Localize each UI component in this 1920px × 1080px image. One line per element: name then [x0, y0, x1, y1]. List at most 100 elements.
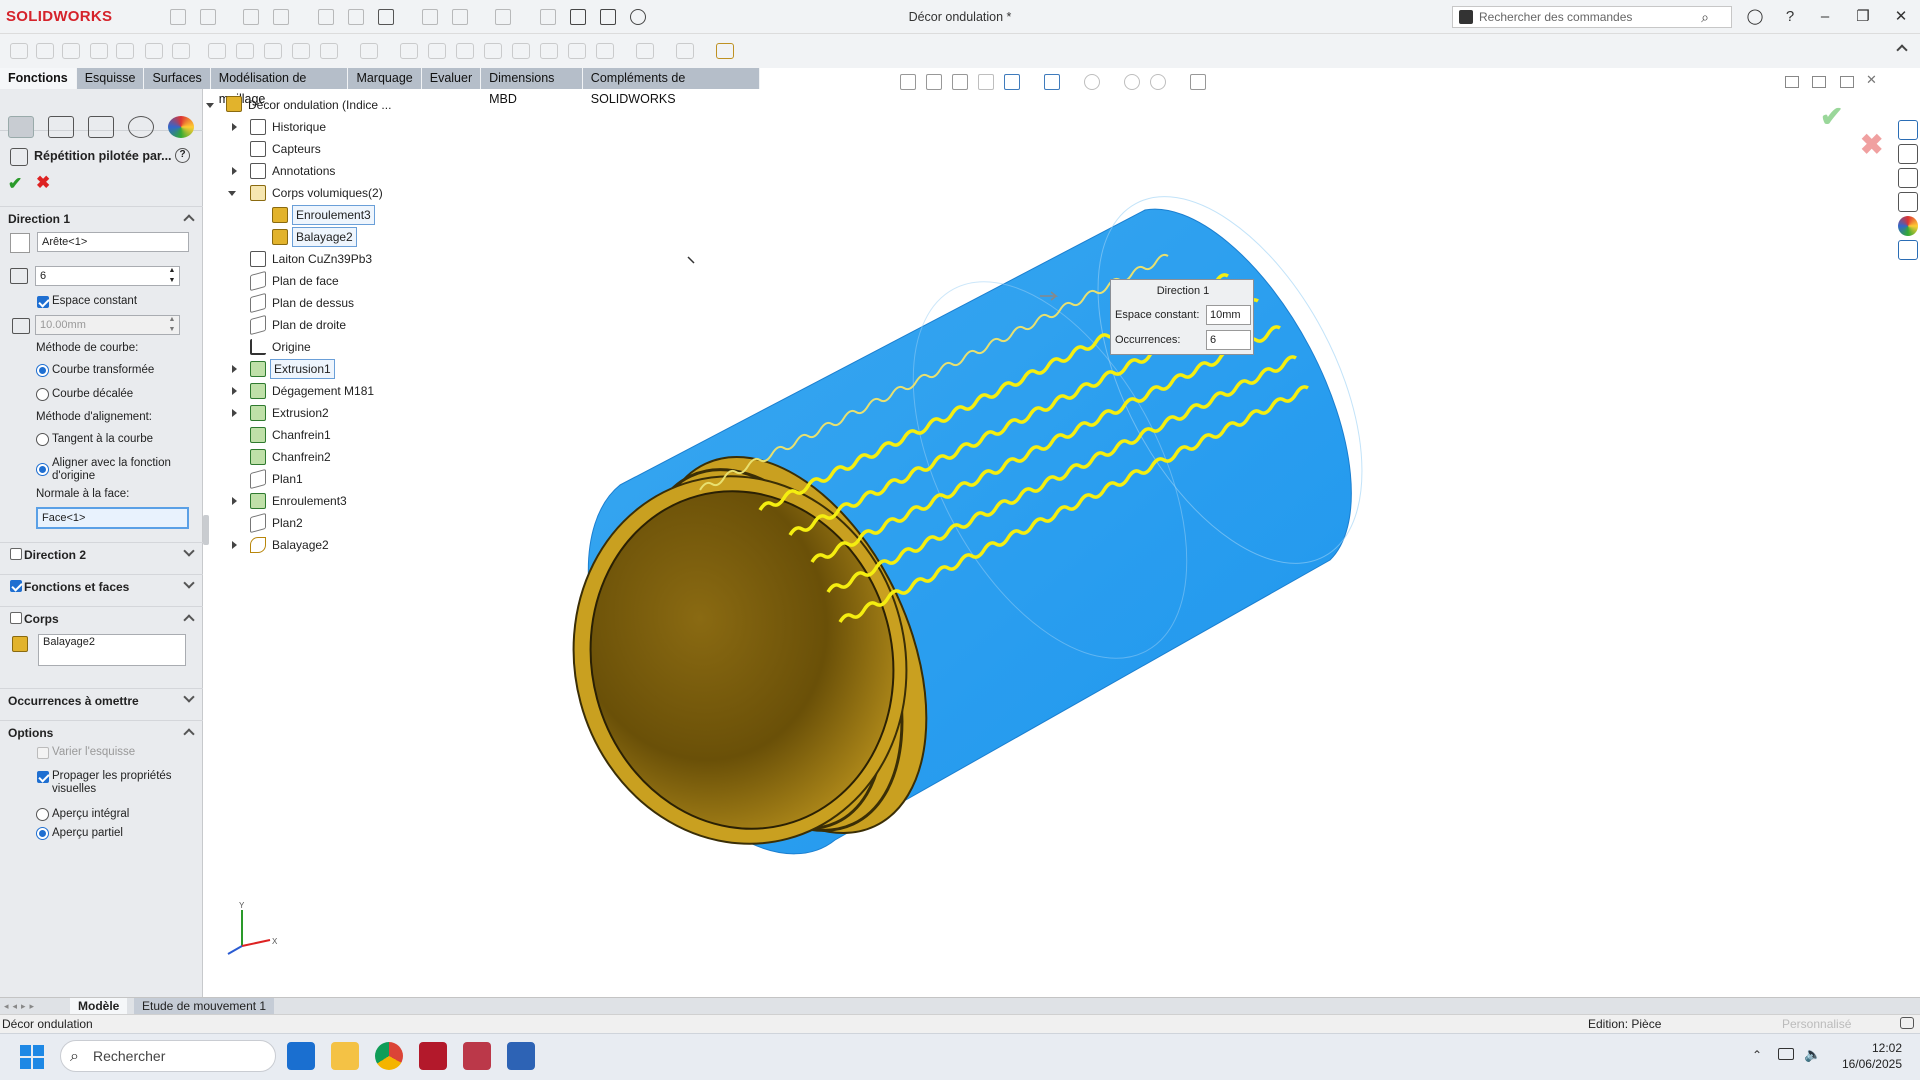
volume-icon[interactable]: 🔈: [1804, 1046, 1821, 1063]
cut-extrude-icon[interactable]: [145, 43, 163, 59]
tree-item-sweep2[interactable]: Balayage2: [272, 535, 329, 555]
tree-item-solid-bodies[interactable]: Corps volumiques(2): [272, 183, 383, 203]
instant3d-icon[interactable]: [512, 43, 530, 59]
file-explorer-icon[interactable]: [1898, 168, 1918, 188]
propagate-visual-checkbox[interactable]: [37, 771, 49, 783]
expand-arrow-icon[interactable]: [232, 387, 237, 395]
tree-item-extrusion2[interactable]: Extrusion2: [272, 403, 329, 423]
tree-item-material[interactable]: Laiton CuZn39Pb3: [272, 249, 372, 269]
dimxpert-tab-icon[interactable]: [128, 116, 154, 138]
viewport-close-icon[interactable]: ✕: [1866, 72, 1877, 88]
view-orientation-icon[interactable]: [1004, 74, 1020, 90]
3d-view-icon[interactable]: [318, 9, 334, 25]
solidworks-logo[interactable]: SOLIDWORKS: [6, 8, 112, 25]
tab-solidworks-addins[interactable]: Compléments de SOLIDWORKS: [582, 68, 759, 106]
tree-item-history[interactable]: Historique: [272, 117, 326, 137]
tab-model[interactable]: Modèle: [70, 998, 128, 1015]
home-icon[interactable]: [170, 9, 186, 25]
configuration-manager-tab-icon[interactable]: [88, 116, 114, 138]
reference-geometry-icon[interactable]: [456, 43, 474, 59]
tree-item-sensors[interactable]: Capteurs: [272, 139, 321, 159]
helix-icon[interactable]: [636, 43, 654, 59]
tab-marking[interactable]: Marquage: [348, 68, 421, 89]
tree-item-right-plane[interactable]: Plan de droite: [272, 315, 346, 335]
design-library-icon[interactable]: [1898, 144, 1918, 164]
command-search-input[interactable]: Rechercher des commandes ⌕: [1452, 6, 1732, 28]
panel-splitter[interactable]: [203, 515, 209, 545]
minimize-button[interactable]: –: [1810, 6, 1840, 28]
boundary-icon[interactable]: [116, 43, 134, 59]
count-spinner[interactable]: ▲ ▼: [165, 266, 179, 286]
new-document-icon[interactable]: [200, 9, 216, 25]
direction-arrow-icon[interactable]: [10, 233, 30, 253]
zoom-area-icon[interactable]: [926, 74, 942, 90]
revolve-icon[interactable]: [36, 43, 54, 59]
bodies-checkbox[interactable]: [10, 612, 22, 624]
section-view-icon[interactable]: [978, 74, 994, 90]
tree-root[interactable]: Décor ondulation (Indice ...: [248, 95, 391, 115]
save-icon[interactable]: [273, 9, 289, 25]
select-icon[interactable]: [540, 9, 556, 25]
home-icon[interactable]: [1898, 120, 1918, 140]
tab-motion-study[interactable]: Etude de mouvement 1: [134, 998, 275, 1015]
split-line-icon[interactable]: [676, 43, 694, 59]
curves-icon[interactable]: [484, 43, 502, 59]
tree-item-plane1[interactable]: Plan1: [272, 469, 303, 489]
tree-item-origin[interactable]: Origine: [272, 337, 311, 357]
redo-icon[interactable]: [495, 9, 511, 25]
zoom-to-fit-icon[interactable]: [900, 74, 916, 90]
vertical-split-icon[interactable]: [600, 9, 616, 25]
tree-item-top-plane[interactable]: Plan de dessus: [272, 293, 354, 313]
tree-item-chamfer1[interactable]: Chanfrein1: [272, 425, 331, 445]
tree-item-front-plane[interactable]: Plan de face: [272, 271, 339, 291]
tab-surfaces[interactable]: Surfaces: [144, 68, 210, 89]
tab-evaluate[interactable]: Evaluer: [421, 68, 481, 89]
previous-view-icon[interactable]: [952, 74, 968, 90]
settings-gear-icon[interactable]: [630, 9, 646, 25]
chrome-app-icon[interactable]: [375, 1042, 403, 1070]
viewport-split-icon[interactable]: [1812, 76, 1826, 88]
appearance-icon[interactable]: [1124, 74, 1140, 90]
curve-offset-radio[interactable]: [36, 388, 49, 401]
axis-icon[interactable]: [568, 43, 586, 59]
tree-item-wrap3[interactable]: Enroulement3: [272, 491, 347, 511]
expand-arrow-icon[interactable]: [206, 103, 214, 108]
viewport-tile-icon[interactable]: [1785, 76, 1799, 88]
collapse-arrow-icon[interactable]: [228, 191, 236, 196]
taskbar-clock[interactable]: 12:02 16/06/2025: [1820, 1040, 1902, 1072]
taskbar-search[interactable]: Rechercher: [60, 1040, 276, 1072]
expand-arrow-icon[interactable]: [232, 541, 237, 549]
intersect-icon[interactable]: [400, 43, 418, 59]
expand-arrow-icon[interactable]: [232, 409, 237, 417]
skip-instances-section-header[interactable]: Occurrences à omettre: [0, 688, 203, 712]
tree-item-hole[interactable]: Dégagement M181: [272, 381, 374, 401]
normal-face-field[interactable]: Face<1>: [36, 507, 189, 529]
file-explorer-app-icon[interactable]: [331, 1042, 359, 1070]
confirm-cancel-icon[interactable]: ✖: [1860, 128, 1883, 161]
full-preview-radio[interactable]: [36, 808, 49, 821]
help-icon[interactable]: ?: [1775, 6, 1805, 28]
direction2-section-header[interactable]: Direction 2: [0, 542, 203, 566]
factory-app-icon[interactable]: [507, 1042, 535, 1070]
collapse-ribbon-icon[interactable]: [1896, 44, 1908, 56]
hole-wizard-icon[interactable]: [172, 43, 190, 59]
expand-arrow-icon[interactable]: [232, 365, 237, 373]
direction1-section-header[interactable]: Direction 1: [0, 206, 203, 230]
spacing-field[interactable]: 10.00mm: [35, 315, 180, 335]
draft-icon[interactable]: [292, 43, 310, 59]
print-icon[interactable]: [378, 9, 394, 25]
spacing-spinner[interactable]: ▲ ▼: [165, 315, 179, 335]
open-icon[interactable]: [243, 9, 259, 25]
tab-features[interactable]: Fonctions: [0, 68, 76, 89]
3d-model-viewport[interactable]: [540, 140, 1480, 860]
align-origin-radio[interactable]: [36, 463, 49, 476]
tree-item-chamfer2[interactable]: Chanfrein2: [272, 447, 331, 467]
curve-transformed-radio[interactable]: [36, 364, 49, 377]
appearances-icon[interactable]: [1898, 216, 1918, 236]
close-button[interactable]: ✕: [1886, 6, 1916, 28]
horizontal-split-icon[interactable]: [570, 9, 586, 25]
instance-count-field[interactable]: 6: [35, 266, 180, 286]
ok-check-icon[interactable]: ✔: [8, 174, 22, 194]
network-icon[interactable]: [1778, 1048, 1794, 1060]
extrude-icon[interactable]: [10, 43, 28, 59]
